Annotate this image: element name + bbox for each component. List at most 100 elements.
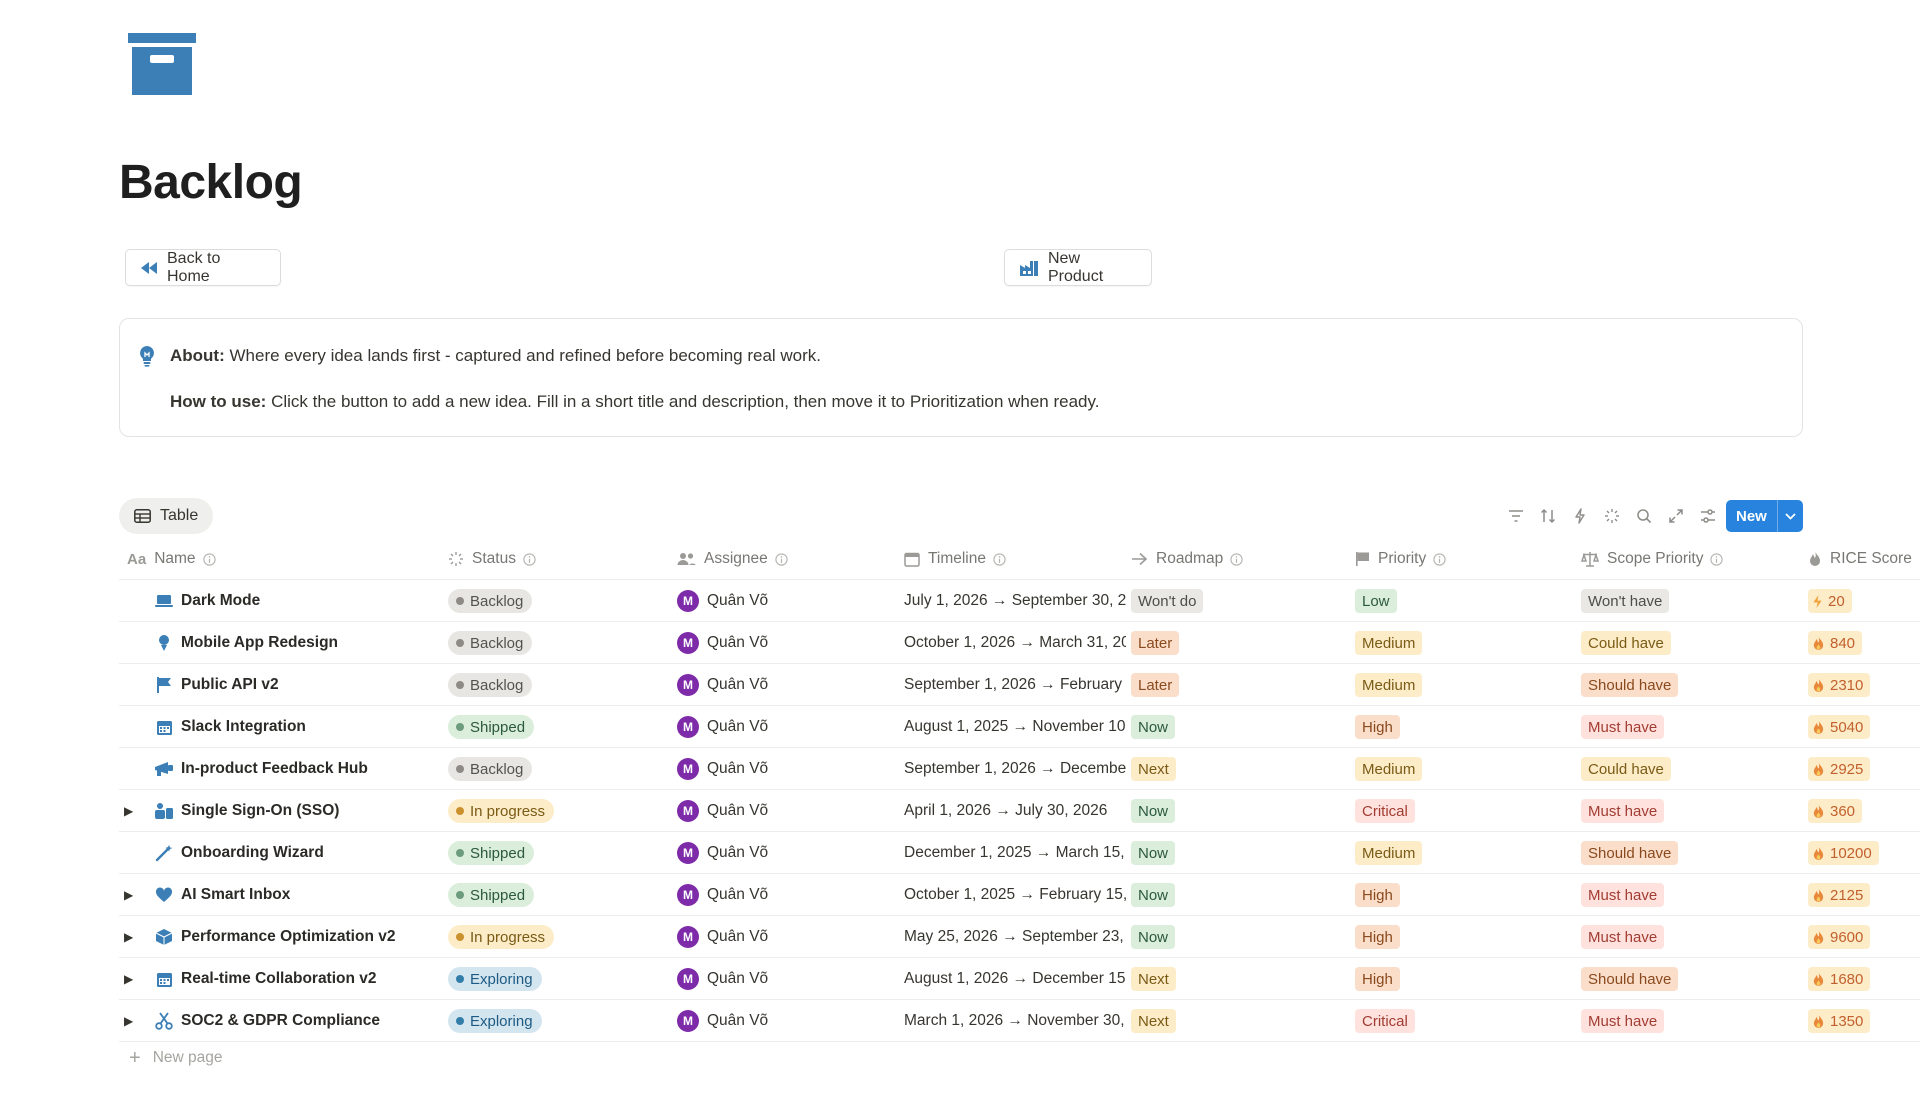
row-roadmap[interactable]: Next — [1131, 958, 1347, 1000]
filter-icon[interactable] — [1500, 500, 1532, 532]
row-roadmap[interactable]: Later — [1131, 664, 1347, 706]
table-row[interactable]: ▶ SOC2 & GDPR Compliance Exploring M Quâ… — [119, 1000, 1920, 1042]
row-assignee[interactable]: M Quân Võ — [677, 580, 897, 622]
row-timeline[interactable]: September 1, 2026 → December 15, 2026 — [904, 748, 1126, 790]
new-button[interactable]: New — [1726, 500, 1803, 532]
row-name[interactable]: Onboarding Wizard — [152, 832, 432, 874]
row-rice-score[interactable]: 5040 — [1808, 706, 1920, 748]
row-scope-priority[interactable]: Could have — [1581, 748, 1801, 790]
row-roadmap[interactable]: Later — [1131, 622, 1347, 664]
archive-box-icon[interactable] — [128, 33, 196, 95]
row-name[interactable]: In-product Feedback Hub — [152, 748, 432, 790]
row-name[interactable]: Single Sign-On (SSO) — [152, 790, 432, 832]
row-timeline[interactable]: May 25, 2026 → September 23, 2026 — [904, 916, 1126, 958]
column-header-priority[interactable]: Priority — [1355, 538, 1446, 580]
row-timeline[interactable]: April 1, 2026 → July 30, 2026 — [904, 790, 1126, 832]
row-scope-priority[interactable]: Should have — [1581, 664, 1801, 706]
row-roadmap[interactable]: Next — [1131, 748, 1347, 790]
table-row[interactable]: Onboarding Wizard Shipped M Quân Võ Dece… — [119, 832, 1920, 874]
row-status[interactable]: Backlog — [448, 580, 668, 622]
row-assignee[interactable]: M Quân Võ — [677, 958, 897, 1000]
row-timeline[interactable]: October 1, 2026 → March 31, 2027 — [904, 622, 1126, 664]
row-assignee[interactable]: M Quân Võ — [677, 874, 897, 916]
row-rice-score[interactable]: 2125 — [1808, 874, 1920, 916]
expand-icon[interactable] — [1660, 500, 1692, 532]
row-roadmap[interactable]: Now — [1131, 706, 1347, 748]
expand-toggle-icon[interactable]: ▶ — [124, 1000, 133, 1042]
back-to-home-button[interactable]: Back to Home — [125, 249, 281, 286]
row-priority[interactable]: Critical — [1355, 790, 1573, 832]
table-row[interactable]: Public API v2 Backlog M Quân Võ Septembe… — [119, 664, 1920, 706]
row-roadmap[interactable]: Now — [1131, 790, 1347, 832]
row-assignee[interactable]: M Quân Võ — [677, 790, 897, 832]
row-assignee[interactable]: M Quân Võ — [677, 748, 897, 790]
row-status[interactable]: Backlog — [448, 748, 668, 790]
column-header-name[interactable]: Aa Name — [127, 538, 216, 580]
row-assignee[interactable]: M Quân Võ — [677, 916, 897, 958]
column-header-scope-priority[interactable]: Scope Priority — [1581, 538, 1724, 580]
row-status[interactable]: In progress — [448, 916, 668, 958]
row-priority[interactable]: High — [1355, 874, 1573, 916]
row-assignee[interactable]: M Quân Võ — [677, 1000, 897, 1042]
row-assignee[interactable]: M Quân Võ — [677, 832, 897, 874]
row-name[interactable]: Dark Mode — [152, 580, 432, 622]
table-row[interactable]: In-product Feedback Hub Backlog M Quân V… — [119, 748, 1920, 790]
row-scope-priority[interactable]: Must have — [1581, 790, 1801, 832]
row-priority[interactable]: High — [1355, 916, 1573, 958]
column-header-status[interactable]: Status — [448, 538, 536, 580]
row-name[interactable]: Slack Integration — [152, 706, 432, 748]
row-name[interactable]: Performance Optimization v2 — [152, 916, 432, 958]
row-rice-score[interactable]: 20 — [1808, 580, 1920, 622]
row-name[interactable]: Public API v2 — [152, 664, 432, 706]
sort-icon[interactable] — [1532, 500, 1564, 532]
row-priority[interactable]: Medium — [1355, 664, 1573, 706]
new-product-button[interactable]: New Product — [1004, 249, 1152, 286]
row-status[interactable]: Backlog — [448, 622, 668, 664]
table-row[interactable]: ▶ Real-time Collaboration v2 Exploring M… — [119, 958, 1920, 1000]
expand-toggle-icon[interactable]: ▶ — [124, 958, 133, 1000]
row-status[interactable]: Shipped — [448, 832, 668, 874]
new-page-button[interactable]: + New page — [129, 1048, 222, 1068]
table-row[interactable]: ▶ Single Sign-On (SSO) In progress M Quâ… — [119, 790, 1920, 832]
row-timeline[interactable]: August 1, 2025 → November 10, 2025 — [904, 706, 1126, 748]
column-header-timeline[interactable]: Timeline — [904, 538, 1006, 580]
row-status[interactable]: Shipped — [448, 706, 668, 748]
table-row[interactable]: Mobile App Redesign Backlog M Quân Võ Oc… — [119, 622, 1920, 664]
tab-table-view[interactable]: Table — [119, 498, 213, 534]
chevron-down-icon[interactable] — [1777, 500, 1803, 532]
row-assignee[interactable]: M Quân Võ — [677, 622, 897, 664]
row-status[interactable]: Backlog — [448, 664, 668, 706]
search-icon[interactable] — [1628, 500, 1660, 532]
row-status[interactable]: Exploring — [448, 1000, 668, 1042]
column-header-assignee[interactable]: Assignee — [677, 538, 788, 580]
row-scope-priority[interactable]: Must have — [1581, 874, 1801, 916]
row-roadmap[interactable]: Won't do — [1131, 580, 1347, 622]
row-scope-priority[interactable]: Must have — [1581, 1000, 1801, 1042]
row-priority[interactable]: Medium — [1355, 832, 1573, 874]
row-priority[interactable]: Medium — [1355, 622, 1573, 664]
row-priority[interactable]: High — [1355, 958, 1573, 1000]
row-rice-score[interactable]: 1680 — [1808, 958, 1920, 1000]
column-header-rice-score[interactable]: RICE Score — [1808, 538, 1912, 580]
lightning-icon[interactable] — [1564, 500, 1596, 532]
table-row[interactable]: ▶ AI Smart Inbox Shipped M Quân Võ Octob… — [119, 874, 1920, 916]
row-rice-score[interactable]: 2310 — [1808, 664, 1920, 706]
table-row[interactable]: Slack Integration Shipped M Quân Võ Augu… — [119, 706, 1920, 748]
row-status[interactable]: Exploring — [448, 958, 668, 1000]
row-timeline[interactable]: December 1, 2025 → March 15, 2026 — [904, 832, 1126, 874]
row-priority[interactable]: Low — [1355, 580, 1573, 622]
row-priority[interactable]: Critical — [1355, 1000, 1573, 1042]
expand-toggle-icon[interactable]: ▶ — [124, 874, 133, 916]
row-scope-priority[interactable]: Won't have — [1581, 580, 1801, 622]
row-assignee[interactable]: M Quân Võ — [677, 664, 897, 706]
row-timeline[interactable]: September 1, 2026 → February 28, 2027 — [904, 664, 1126, 706]
row-rice-score[interactable]: 360 — [1808, 790, 1920, 832]
row-status[interactable]: Shipped — [448, 874, 668, 916]
expand-toggle-icon[interactable]: ▶ — [124, 916, 133, 958]
sparkle-icon[interactable] — [1596, 500, 1628, 532]
row-priority[interactable]: Medium — [1355, 748, 1573, 790]
row-rice-score[interactable]: 10200 — [1808, 832, 1920, 874]
row-scope-priority[interactable]: Must have — [1581, 706, 1801, 748]
table-row[interactable]: ▶ Performance Optimization v2 In progres… — [119, 916, 1920, 958]
expand-toggle-icon[interactable]: ▶ — [124, 790, 133, 832]
